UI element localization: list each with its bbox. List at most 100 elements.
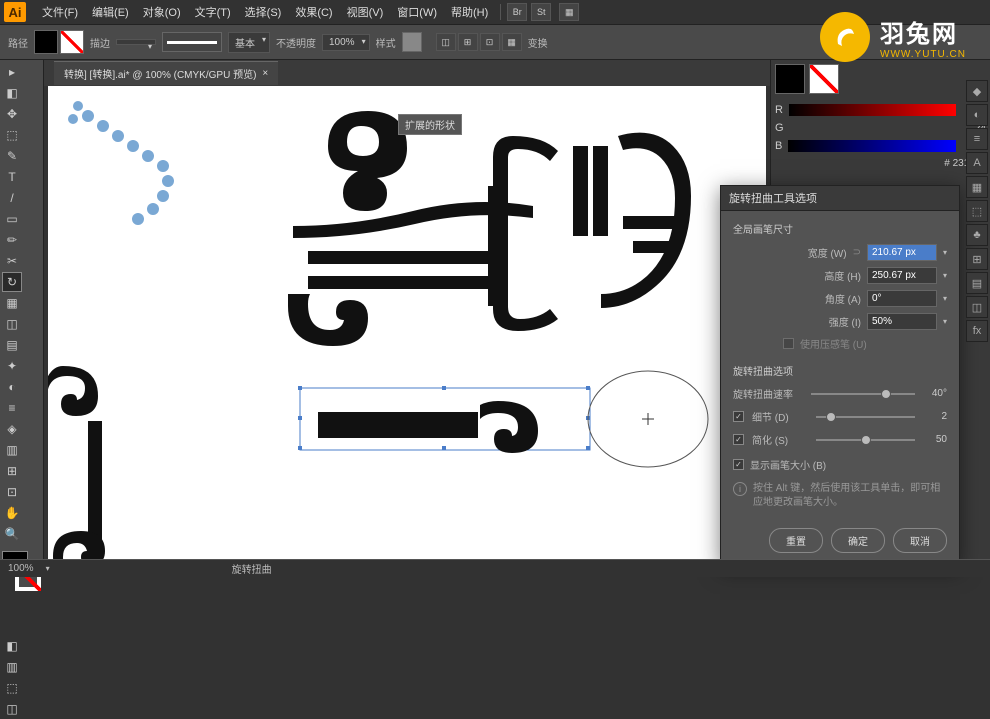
- slice-tool[interactable]: ⊡: [2, 482, 22, 502]
- perspective-tool[interactable]: ◫: [2, 314, 22, 334]
- column-graph-tool[interactable]: ▥: [2, 440, 22, 460]
- app-badges: Br St: [507, 3, 551, 21]
- selected-shape[interactable]: [298, 386, 598, 456]
- direct-select-tool[interactable]: ◧: [2, 83, 22, 103]
- align-buttons: ◫ ⊞ ⊡ ▦: [436, 33, 522, 51]
- stroke-preview[interactable]: [162, 32, 222, 52]
- panel-tab-icon[interactable]: ⬚: [966, 200, 988, 222]
- reset-button[interactable]: 重置: [769, 528, 823, 553]
- stroke-style[interactable]: 基本: [228, 32, 270, 53]
- menu-window[interactable]: 窗口(W): [391, 2, 443, 22]
- menu-view[interactable]: 视图(V): [341, 2, 390, 22]
- gradient-mode-icon[interactable]: ▥: [2, 657, 22, 677]
- eyedropper-tool[interactable]: ◐: [2, 377, 22, 397]
- menu-select[interactable]: 选择(S): [239, 2, 288, 22]
- brand-watermark: 羽兔网 WWW.YUTU.CN: [820, 12, 966, 62]
- panel-fill-swatch[interactable]: [775, 64, 805, 94]
- panel-tab-icon[interactable]: ♣: [966, 224, 988, 246]
- rate-slider[interactable]: [811, 393, 915, 395]
- symbol-tool[interactable]: ◈: [2, 419, 22, 439]
- document-area: 转换] [转换].ai* @ 100% (CMYK/GPU 预览) ×: [44, 60, 770, 563]
- tooltip: 扩展的形状: [398, 114, 462, 135]
- fill-swatch[interactable]: [34, 30, 58, 54]
- pressure-checkbox: [783, 338, 794, 349]
- status-bar: 100% ▾ 旋转扭曲: [0, 559, 990, 577]
- cancel-button[interactable]: 取消: [893, 528, 947, 553]
- panel-tab-icon[interactable]: ▤: [966, 272, 988, 294]
- gradient-tool[interactable]: ✦: [2, 356, 22, 376]
- detail-checkbox[interactable]: ✓: [733, 411, 744, 422]
- graphic-style[interactable]: [402, 32, 422, 52]
- draw-mode-icon[interactable]: ◫: [2, 699, 22, 719]
- align-icon[interactable]: ⊞: [458, 33, 478, 51]
- line-tool[interactable]: /: [2, 188, 22, 208]
- panel-tab-icon[interactable]: ▦: [966, 176, 988, 198]
- panel-tab-icon[interactable]: ◆: [966, 80, 988, 102]
- simplify-value: 50: [923, 434, 947, 445]
- intensity-label: 强度 (I): [829, 314, 861, 329]
- lasso-tool[interactable]: ⬚: [2, 125, 22, 145]
- show-brush-checkbox[interactable]: ✓: [733, 459, 744, 470]
- mesh-tool[interactable]: ▤: [2, 335, 22, 355]
- align-icon[interactable]: ◫: [436, 33, 456, 51]
- stroke-weight[interactable]: [116, 39, 156, 45]
- menu-edit[interactable]: 编辑(E): [86, 2, 135, 22]
- panel-tab-icon[interactable]: ◫: [966, 296, 988, 318]
- artboard-tool[interactable]: ⊞: [2, 461, 22, 481]
- menu-type[interactable]: 文字(T): [189, 2, 237, 22]
- panel-fill-stroke[interactable]: [775, 64, 986, 94]
- bridge-icon[interactable]: Br: [507, 3, 527, 21]
- panel-tab-icon[interactable]: ◐: [966, 104, 988, 126]
- ok-button[interactable]: 确定: [831, 528, 885, 553]
- menu-file[interactable]: 文件(F): [36, 2, 84, 22]
- twirl-tool[interactable]: ↻: [2, 272, 22, 292]
- panel-tab-icon[interactable]: fx: [966, 320, 988, 342]
- scissors-tool[interactable]: ✂: [2, 251, 22, 271]
- panel-tab-icon[interactable]: ≡: [966, 128, 988, 150]
- simplify-checkbox[interactable]: ✓: [733, 434, 744, 445]
- width-label: 宽度 (W): [808, 245, 847, 260]
- blend-tool[interactable]: ≡: [2, 398, 22, 418]
- angle-input[interactable]: [867, 290, 937, 307]
- pen-tool[interactable]: ✎: [2, 146, 22, 166]
- rectangle-tool[interactable]: ▭: [2, 209, 22, 229]
- stroke-label: 描边: [90, 35, 110, 50]
- panel-stroke-swatch[interactable]: [809, 64, 839, 94]
- brush-tool[interactable]: ✏: [2, 230, 22, 250]
- intensity-input[interactable]: [867, 313, 937, 330]
- opacity-value[interactable]: 100%: [322, 34, 370, 51]
- magic-wand-tool[interactable]: ✥: [2, 104, 22, 124]
- stroke-swatch[interactable]: [60, 30, 84, 54]
- snowflake-pattern: [68, 101, 208, 231]
- type-tool[interactable]: T: [2, 167, 22, 187]
- menu-effect[interactable]: 效果(C): [289, 2, 338, 22]
- height-input[interactable]: [867, 267, 937, 284]
- align-icon[interactable]: ▦: [502, 33, 522, 51]
- detail-slider[interactable]: [816, 416, 915, 418]
- zoom-tool[interactable]: 🔍: [2, 524, 22, 544]
- hand-tool[interactable]: ✋: [2, 503, 22, 523]
- dialog-title[interactable]: 旋转扭曲工具选项: [721, 186, 959, 211]
- b-slider[interactable]: [788, 140, 956, 152]
- close-icon[interactable]: ×: [262, 68, 268, 79]
- hint-text: 按住 Alt 键，然后使用该工具单击，即可相应地更改画笔大小。: [753, 482, 947, 510]
- canvas[interactable]: 扩展的形状: [48, 86, 766, 559]
- color-mode-icon[interactable]: ◧: [2, 636, 22, 656]
- panel-tab-icon[interactable]: ⊞: [966, 248, 988, 270]
- fill-stroke-swatch[interactable]: [34, 30, 84, 54]
- menu-help[interactable]: 帮助(H): [445, 2, 494, 22]
- g-slider[interactable]: [790, 122, 956, 134]
- screen-mode-icon[interactable]: ⬚: [2, 678, 22, 698]
- zoom-level[interactable]: 100%: [8, 563, 34, 574]
- r-slider[interactable]: [789, 104, 956, 116]
- menu-object[interactable]: 对象(O): [137, 2, 187, 22]
- arrange-docs-icon[interactable]: ▦: [559, 3, 579, 21]
- shape-builder-tool[interactable]: ▦: [2, 293, 22, 313]
- width-input[interactable]: [867, 244, 937, 261]
- stock-icon[interactable]: St: [531, 3, 551, 21]
- active-tab[interactable]: 转换] [转换].ai* @ 100% (CMYK/GPU 预览) ×: [54, 61, 278, 85]
- selection-tool[interactable]: ▸: [2, 62, 22, 82]
- simplify-slider[interactable]: [816, 439, 915, 441]
- align-icon[interactable]: ⊡: [480, 33, 500, 51]
- panel-tab-icon[interactable]: A: [966, 152, 988, 174]
